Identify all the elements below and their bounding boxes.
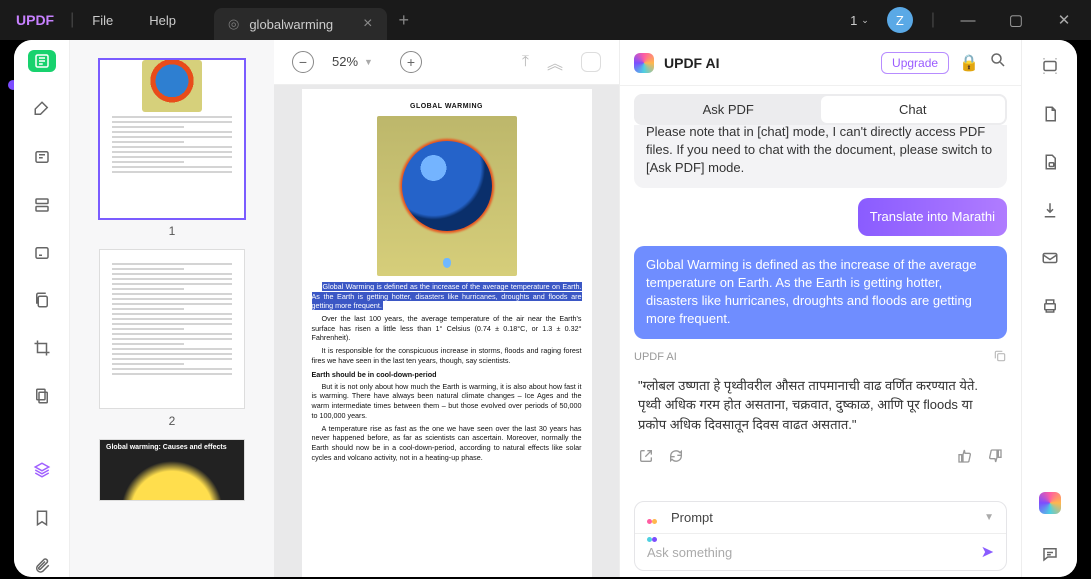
ai-shortcut-button[interactable] bbox=[1039, 492, 1061, 514]
document-tab[interactable]: ◎ globalwarming × bbox=[214, 8, 387, 40]
tab-title: globalwarming bbox=[249, 17, 333, 32]
chevron-down-icon: ▼ bbox=[984, 512, 994, 523]
print-button[interactable] bbox=[1038, 294, 1062, 318]
ai-label: UPDF AI bbox=[634, 351, 677, 363]
doc-paragraph: It is responsible for the conspicuous in… bbox=[312, 346, 582, 365]
user-avatar[interactable]: Z bbox=[887, 7, 913, 33]
chevron-down-icon: ▼ bbox=[364, 57, 373, 67]
new-tab-button[interactable]: + bbox=[399, 10, 410, 31]
ai-logo-icon bbox=[634, 53, 654, 73]
doc-paragraph: Over the last 100 years, the average tem… bbox=[312, 314, 582, 343]
attachment-button[interactable] bbox=[28, 555, 56, 577]
highlighted-text: Global Warming is defined as the increas… bbox=[312, 282, 582, 310]
left-toolbar bbox=[14, 40, 70, 577]
thumbnail-page-1[interactable] bbox=[100, 60, 244, 218]
send-button[interactable]: ➤ bbox=[981, 542, 994, 562]
export-button[interactable] bbox=[1038, 198, 1062, 222]
thumbnail-page-2[interactable] bbox=[100, 250, 244, 408]
lock-icon: 🔒 bbox=[959, 53, 979, 73]
doc-figure bbox=[377, 116, 517, 276]
thumbs-down-icon[interactable] bbox=[987, 448, 1003, 469]
thumbnail-page-3[interactable]: Global warming: Causes and effects bbox=[100, 440, 244, 500]
prompt-dots-icon bbox=[647, 511, 661, 525]
close-tab-icon[interactable]: × bbox=[363, 15, 372, 33]
visibility-icon: ◎ bbox=[228, 16, 239, 32]
prompt-selector[interactable]: Prompt ▼ bbox=[635, 502, 1006, 533]
edit-tool[interactable] bbox=[28, 242, 56, 264]
ai-mode-tabs: Ask PDF Chat bbox=[634, 94, 1007, 125]
doc-paragraph: But it is not only about how much the Ea… bbox=[312, 382, 582, 421]
document-button[interactable] bbox=[1038, 102, 1062, 126]
maximize-button[interactable]: ▢ bbox=[1001, 11, 1031, 29]
highlight-tool[interactable] bbox=[28, 98, 56, 120]
crop-tool[interactable] bbox=[28, 337, 56, 359]
system-message: Please note that in [chat] mode, I can't… bbox=[634, 125, 1007, 188]
zoom-in-button[interactable]: + bbox=[400, 51, 422, 73]
right-toolbar bbox=[1021, 40, 1077, 577]
minimize-button[interactable]: — bbox=[953, 12, 983, 29]
ai-response: "ग्लोबल उष्णता हे पृथ्वीवरील औसत तापमाना… bbox=[634, 376, 1007, 435]
text-tool[interactable] bbox=[28, 146, 56, 168]
page-layout-button[interactable] bbox=[581, 52, 601, 72]
doc-subheading: Earth should be in cool-down-period bbox=[312, 370, 582, 379]
bookmark-button[interactable] bbox=[28, 507, 56, 529]
thumbnail-3-caption: Global warming: Causes and effects bbox=[106, 444, 238, 451]
form-tool[interactable] bbox=[28, 194, 56, 216]
copy-icon[interactable] bbox=[993, 349, 1007, 366]
doc-title: GLOBAL WARMING bbox=[312, 103, 582, 110]
collapse-up-button[interactable]: ︽ bbox=[547, 50, 563, 74]
tab-chat[interactable]: Chat bbox=[821, 96, 1006, 123]
menu-help[interactable]: Help bbox=[131, 13, 194, 28]
window-count[interactable]: 1 ⌄ bbox=[850, 13, 869, 28]
menu-file[interactable]: File bbox=[74, 13, 131, 28]
close-window-button[interactable]: ✕ bbox=[1049, 11, 1079, 29]
thumbnail-number-2: 2 bbox=[100, 414, 244, 428]
prompt-label: Prompt bbox=[671, 510, 713, 525]
document-page[interactable]: GLOBAL WARMING Global Warming is defined… bbox=[302, 89, 592, 577]
tab-ask-pdf[interactable]: Ask PDF bbox=[636, 96, 821, 123]
layers-button[interactable] bbox=[28, 459, 56, 481]
doc-paragraph: A temperature rise as fast as the one we… bbox=[312, 424, 582, 463]
user-message: Global Warming is defined as the increas… bbox=[634, 246, 1007, 339]
upgrade-button[interactable]: Upgrade bbox=[881, 52, 949, 74]
email-button[interactable] bbox=[1038, 246, 1062, 270]
thumbnail-panel: 1 2 Global warming: Causes and effects bbox=[70, 40, 274, 577]
copy-tool[interactable] bbox=[28, 290, 56, 312]
search-icon[interactable] bbox=[989, 51, 1007, 74]
share-icon[interactable] bbox=[638, 448, 654, 469]
document-viewer: − 52%▼ + ⤒ ︽ GLOBAL WARMING Global Warmi… bbox=[274, 40, 619, 577]
pages-tool[interactable] bbox=[28, 385, 56, 407]
protect-button[interactable] bbox=[1038, 150, 1062, 174]
zoom-out-button[interactable]: − bbox=[292, 51, 314, 73]
user-message: Translate into Marathi bbox=[858, 198, 1007, 236]
ocr-button[interactable] bbox=[1038, 54, 1062, 78]
reader-mode-button[interactable] bbox=[28, 50, 56, 72]
comment-button[interactable] bbox=[1038, 542, 1062, 566]
app-logo: UPDF bbox=[0, 12, 70, 28]
thumbnail-number-1: 1 bbox=[100, 224, 244, 238]
jump-top-button[interactable]: ⤒ bbox=[522, 53, 529, 71]
chat-input[interactable] bbox=[647, 545, 971, 560]
regenerate-icon[interactable] bbox=[668, 448, 684, 469]
thumbs-up-icon[interactable] bbox=[957, 448, 973, 469]
ai-panel: UPDF AI Upgrade 🔒 Ask PDF Chat Please no… bbox=[619, 40, 1021, 577]
ai-title: UPDF AI bbox=[664, 55, 719, 71]
zoom-level[interactable]: 52%▼ bbox=[332, 54, 382, 69]
